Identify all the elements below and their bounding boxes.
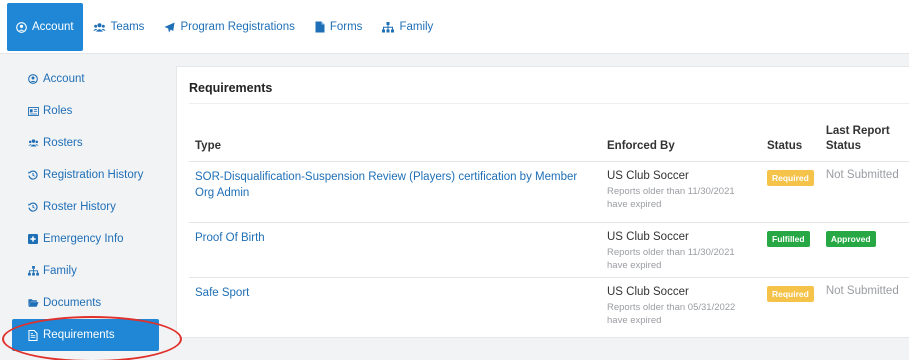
- last-report-status: Not Submitted: [825, 285, 899, 297]
- sitemap-icon: [28, 266, 39, 276]
- sidebar-item-label: Registration History: [43, 169, 144, 181]
- file-text-icon: [28, 329, 39, 341]
- tab-teams[interactable]: Teams: [83, 3, 155, 51]
- status-badge: Required: [767, 286, 814, 302]
- sidebar-item-roster-history[interactable]: Roster History: [0, 191, 172, 223]
- sidebar-item-label: Documents: [43, 297, 102, 309]
- title-divider: [189, 103, 909, 104]
- cell-type: Proof Of Birth: [189, 222, 601, 278]
- column-header-type: Type: [195, 140, 221, 152]
- requirement-link[interactable]: SOR-Disqualification-Suspension Review (…: [195, 171, 577, 199]
- cell-type: Safe Sport: [189, 277, 601, 333]
- cell-enforced-by: US Club Soccer Reports older than 11/30/…: [601, 222, 761, 278]
- expiry-note: Reports older than 05/31/2022 have expir…: [607, 302, 736, 326]
- sitemap-icon: [382, 21, 395, 33]
- paper-plane-icon: [164, 21, 175, 33]
- tab-label: Forms: [329, 21, 363, 33]
- status-badge: Fulfilled: [767, 231, 810, 247]
- cell-last-report: Approved: [819, 222, 909, 278]
- top-navigation: Account Teams Program Registrations Form…: [0, 0, 909, 54]
- tab-label: Teams: [110, 21, 145, 33]
- tab-label: Program Registrations: [180, 21, 295, 33]
- last-report-status: Not Submitted: [825, 169, 899, 181]
- tab-label: Account: [32, 21, 74, 33]
- sidebar-item-documents[interactable]: Documents: [0, 287, 172, 319]
- users-icon: [28, 138, 39, 148]
- expiry-note: Reports older than 11/30/2021 have expir…: [607, 247, 735, 271]
- user-circle-icon: [28, 74, 39, 84]
- column-header-last-report-status: Last Report Status: [820, 124, 909, 162]
- sidebar-item-label: Rosters: [43, 137, 83, 149]
- table-row: Proof Of Birth US Club Soccer Reports ol…: [189, 222, 909, 278]
- last-report-badge: Approved: [825, 231, 876, 247]
- file-icon: [315, 21, 325, 33]
- cell-status: Fulfilled: [761, 222, 820, 278]
- tab-program-registrations[interactable]: Program Registrations: [154, 3, 304, 51]
- requirement-link[interactable]: Proof Of Birth: [195, 232, 265, 244]
- sidebar: Account Roles Rosters Registration Histo…: [0, 54, 172, 360]
- tab-forms[interactable]: Forms: [305, 3, 373, 51]
- users-icon: [92, 22, 106, 33]
- id-card-icon: [28, 106, 39, 116]
- table-row: SOR-Disqualification-Suspension Review (…: [189, 161, 909, 223]
- enforced-by-org: US Club Soccer: [607, 286, 689, 298]
- cell-type: SOR-Disqualification-Suspension Review (…: [189, 161, 601, 223]
- history-icon: [28, 202, 39, 212]
- sidebar-item-label: Emergency Info: [43, 233, 124, 245]
- sidebar-item-registration-history[interactable]: Registration History: [0, 159, 172, 191]
- cell-status: Required: [761, 277, 820, 333]
- tab-account[interactable]: Account: [7, 3, 83, 51]
- page-title: Requirements: [189, 81, 273, 95]
- table-row: Safe Sport US Club Soccer Reports older …: [189, 277, 909, 333]
- cell-last-report: Not Submitted: [819, 277, 909, 333]
- tab-label: Family: [399, 21, 434, 33]
- tab-family[interactable]: Family: [372, 3, 443, 51]
- requirement-link[interactable]: Safe Sport: [195, 287, 249, 299]
- plus-square-icon: [28, 234, 39, 244]
- enforced-by-org: US Club Soccer: [607, 231, 689, 243]
- cell-last-report: Not Submitted: [819, 161, 909, 223]
- requirements-table: Type Enforced By Status Last Report Stat…: [189, 124, 909, 333]
- table-header-row: Type Enforced By Status Last Report Stat…: [189, 124, 909, 162]
- expiry-note: Reports older than 11/30/2021 have expir…: [607, 186, 735, 210]
- sidebar-item-label: Roster History: [43, 201, 116, 213]
- user-circle-icon: [16, 21, 27, 33]
- sidebar-item-family[interactable]: Family: [0, 255, 172, 287]
- column-header-status: Status: [767, 140, 803, 152]
- folder-open-icon: [28, 298, 39, 308]
- cell-enforced-by: US Club Soccer Reports older than 05/31/…: [601, 277, 761, 333]
- sidebar-item-label: Account: [43, 73, 85, 85]
- sidebar-item-requirements[interactable]: Requirements: [12, 319, 159, 351]
- sidebar-item-label: Family: [43, 265, 77, 277]
- sidebar-item-label: Requirements: [43, 329, 115, 341]
- column-header-last-report-line2: Status: [825, 140, 861, 152]
- enforced-by-org: US Club Soccer: [607, 170, 689, 182]
- history-icon: [28, 170, 39, 180]
- cell-status: Required: [761, 161, 820, 223]
- status-badge: Required: [767, 170, 814, 186]
- requirements-panel: Requirements Type Enforced By Status Las…: [176, 66, 909, 338]
- sidebar-item-rosters[interactable]: Rosters: [0, 127, 172, 159]
- column-header-enforced-by: Enforced By: [607, 140, 675, 152]
- column-header-last-report-line1: Last Report: [825, 125, 890, 137]
- sidebar-item-account[interactable]: Account: [0, 63, 172, 95]
- sidebar-item-label: Roles: [43, 105, 73, 117]
- cell-enforced-by: US Club Soccer Reports older than 11/30/…: [601, 161, 761, 223]
- sidebar-item-emergency-info[interactable]: Emergency Info: [0, 223, 172, 255]
- sidebar-item-roles[interactable]: Roles: [0, 95, 172, 127]
